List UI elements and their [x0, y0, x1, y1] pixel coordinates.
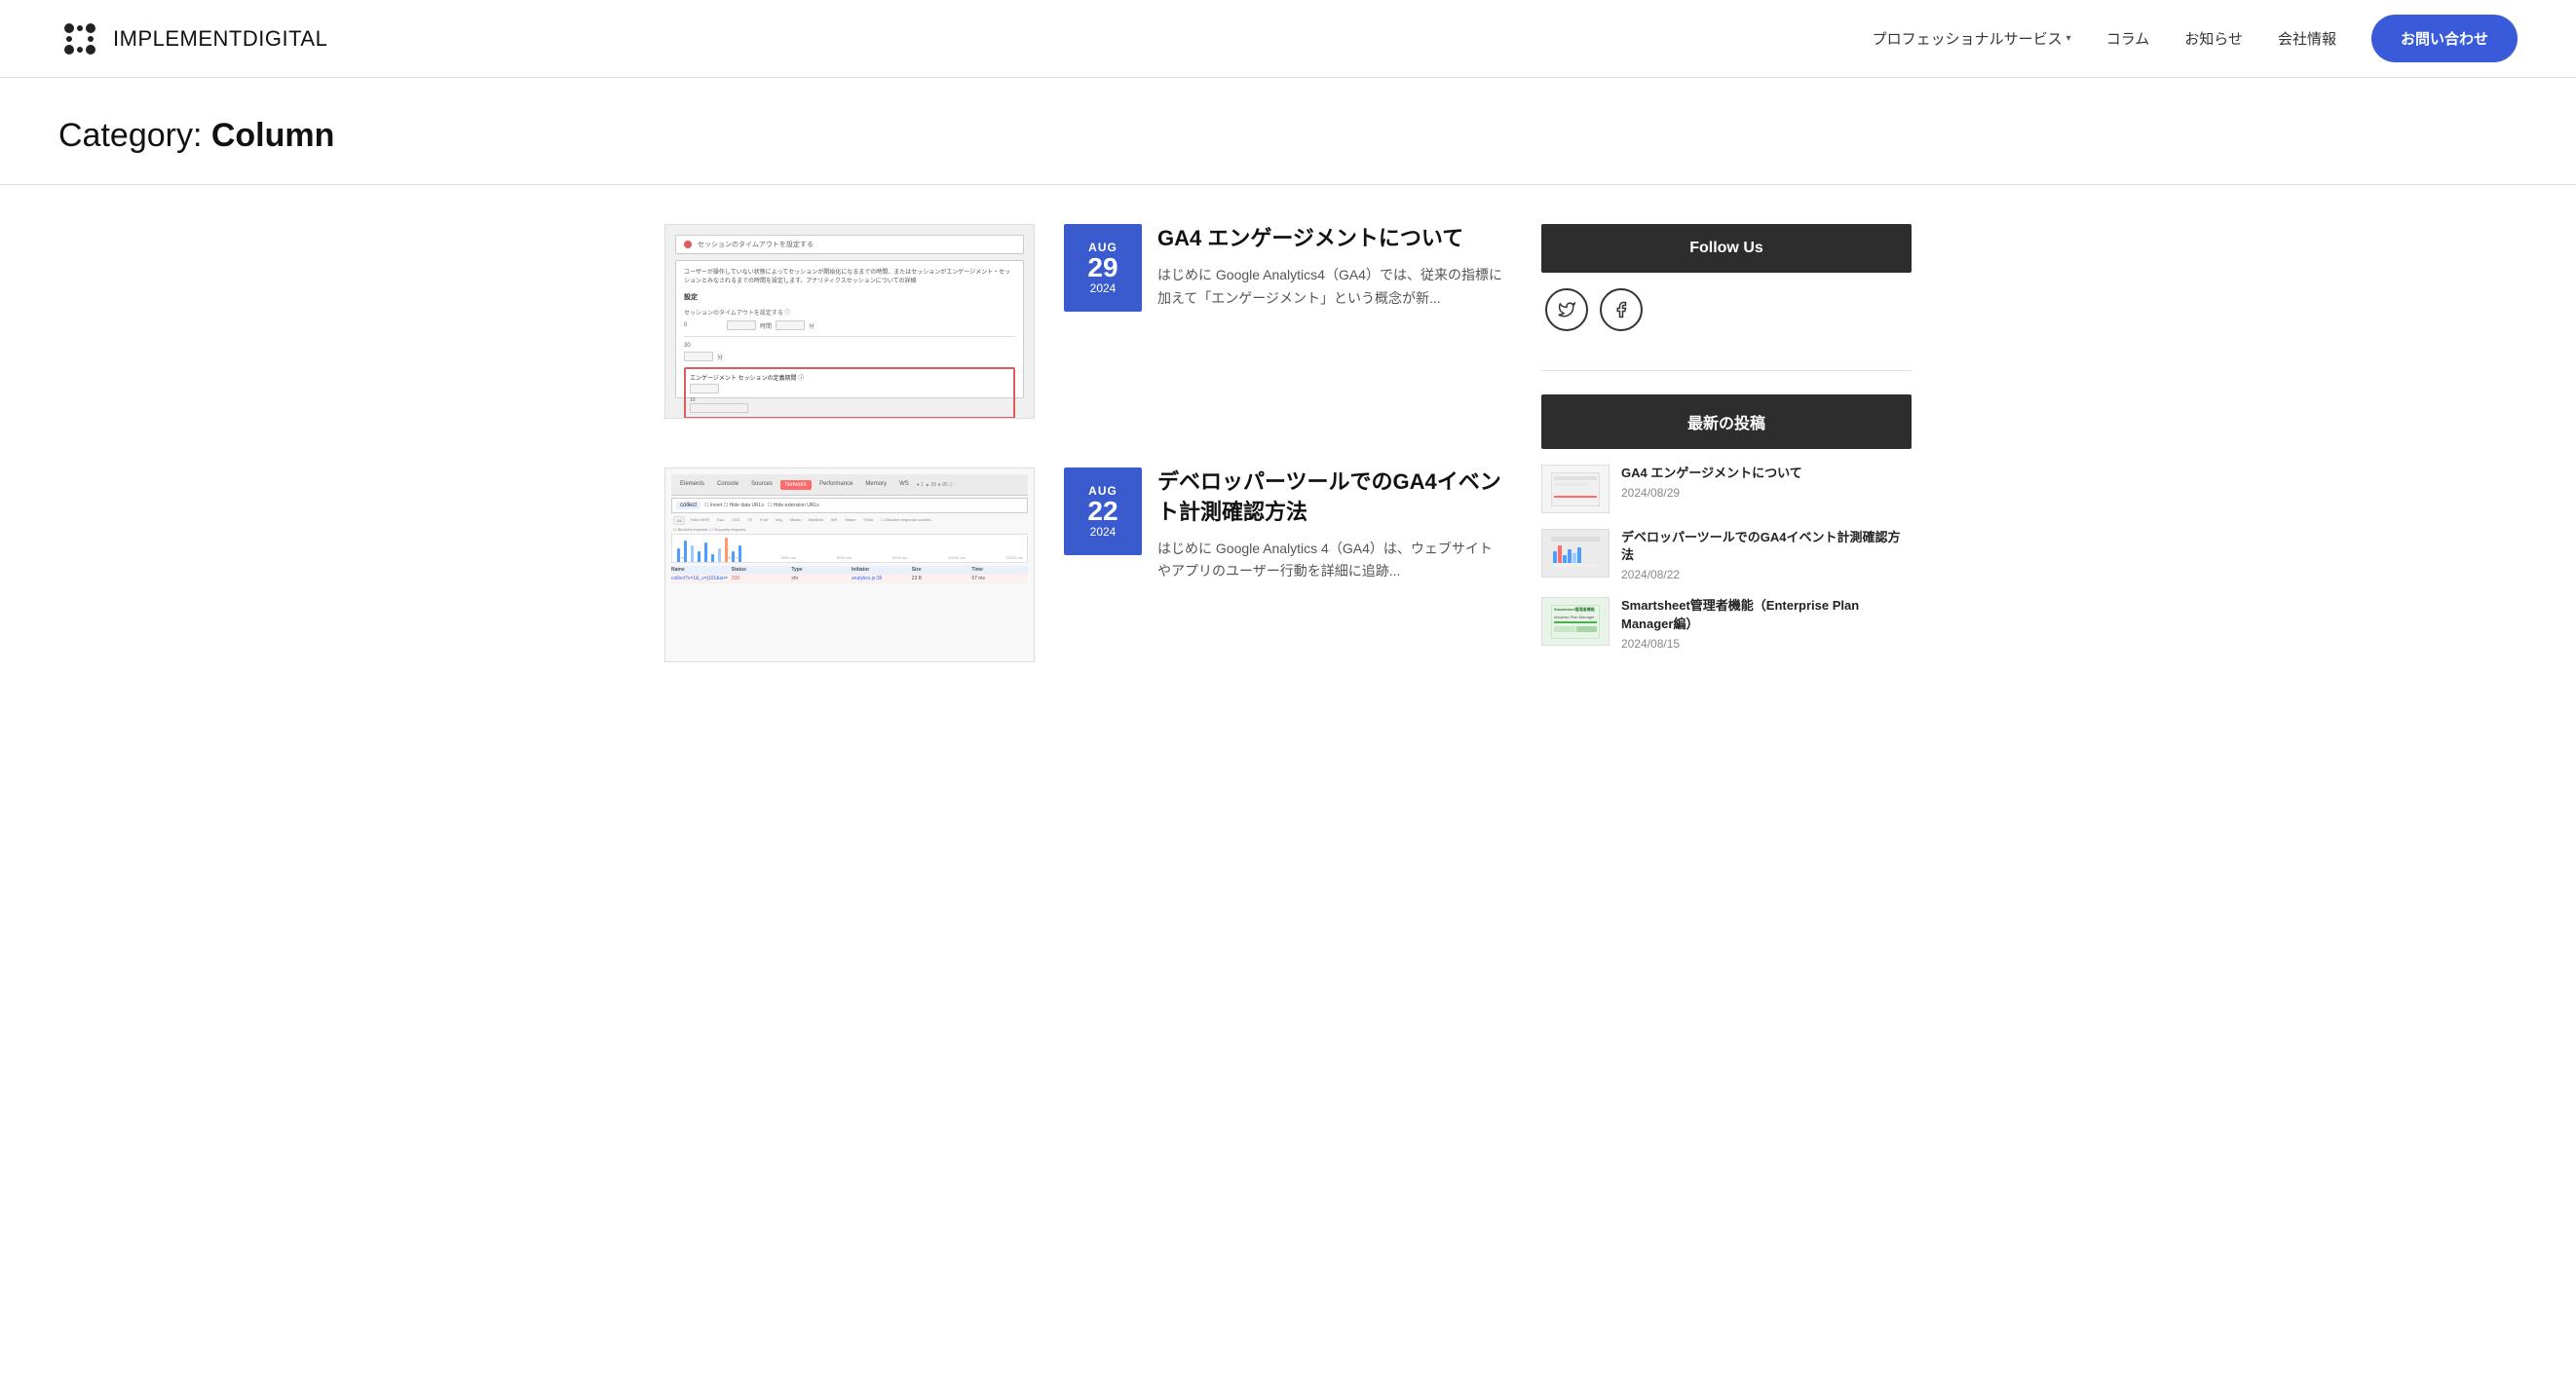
recent-post-date-1: 2024/08/29	[1621, 486, 1912, 500]
twitter-icon	[1558, 301, 1575, 318]
nav-column[interactable]: コラム	[2106, 28, 2150, 49]
recent-post-title-3[interactable]: Smartsheet管理者機能（Enterprise Plan Manager編…	[1621, 597, 1912, 632]
nav-about[interactable]: 会社情報	[2278, 28, 2336, 49]
recent-post-thumb-2	[1541, 529, 1610, 578]
recent-post-title-1[interactable]: GA4 エンゲージメントについて	[1621, 465, 1912, 482]
recent-post-content-1: GA4 エンゲージメントについて 2024/08/29	[1621, 465, 1912, 500]
article-title-1[interactable]: GA4 エンゲージメントについて	[1157, 224, 1502, 254]
article-title-2[interactable]: デベロッパーツールでのGA4イベント計測確認方法	[1157, 467, 1502, 528]
header: IMPLEMENTDIGITAL プロフェッショナルサービス ▾ コラム お知ら…	[0, 0, 2576, 78]
social-icons	[1541, 273, 1912, 347]
article-excerpt-1: はじめに Google Analytics4（GA4）では、従来の指標に加えて「…	[1157, 264, 1502, 311]
contact-button[interactable]: お問い合わせ	[2371, 15, 2518, 62]
facebook-button[interactable]	[1600, 288, 1643, 331]
recent-post-content-2: デベロッパーツールでのGA4イベント計測確認方法 2024/08/22	[1621, 529, 1912, 581]
thumb2-toolbar: Elements Console Sources Network Perform…	[671, 474, 1028, 496]
logo[interactable]: IMPLEMENTDIGITAL	[58, 18, 327, 60]
sidebar-divider	[1541, 370, 1912, 371]
logo-text: IMPLEMENTDIGITAL	[113, 26, 327, 52]
page-title: Category: Column	[58, 117, 2518, 155]
recent-posts-title: 最新の投稿	[1541, 394, 1912, 449]
main-nav: プロフェッショナルサービス ▾ コラム お知らせ 会社情報 お問い合わせ	[1873, 15, 2518, 62]
recent-posts-list: GA4 エンゲージメントについて 2024/08/29	[1541, 465, 1912, 651]
article-meta-1: AUG 29 2024 GA4 エンゲージメントについて はじめに Google…	[1064, 224, 1502, 312]
recent-post-date-3: 2024/08/15	[1621, 637, 1912, 651]
recent-post-item-3[interactable]: Smartsheet管理者機能 nterprise Plan Manager	[1541, 597, 1912, 650]
article-thumbnail-1[interactable]: セッションのタイムアウトを設定する ユーザーが操作していない状態によってセッショ…	[664, 224, 1035, 419]
recent-post-title-2[interactable]: デベロッパーツールでのGA4イベント計測確認方法	[1621, 529, 1912, 564]
article-date-badge-2: AUG 22 2024	[1064, 467, 1142, 555]
recent-post-thumb-3: Smartsheet管理者機能 nterprise Plan Manager	[1541, 597, 1610, 646]
article-meta-2: AUG 22 2024 デベロッパーツールでのGA4イベント計測確認方法 はじめ…	[1064, 467, 1502, 583]
facebook-icon	[1612, 301, 1630, 318]
article-thumbnail-2[interactable]: Elements Console Sources Network Perform…	[664, 467, 1035, 662]
recent-post-date-2: 2024/08/22	[1621, 568, 1912, 581]
recent-post-item-1[interactable]: GA4 エンゲージメントについて 2024/08/29	[1541, 465, 1912, 513]
article-info-2: デベロッパーツールでのGA4イベント計測確認方法 はじめに Google Ana…	[1157, 467, 1502, 583]
main-container: セッションのタイムアウトを設定する ユーザーが操作していない状態によってセッショ…	[606, 185, 1970, 701]
recent-posts-section: 最新の投稿 GA4 エンゲー	[1541, 394, 1912, 651]
twitter-button[interactable]	[1545, 288, 1588, 331]
articles-section: セッションのタイムアウトを設定する ユーザーが操作していない状態によってセッショ…	[664, 224, 1502, 662]
recent-post-item-2[interactable]: デベロッパーツールでのGA4イベント計測確認方法 2024/08/22	[1541, 529, 1912, 581]
article-info-1: GA4 エンゲージメントについて はじめに Google Analytics4（…	[1157, 224, 1502, 310]
sidebar: Follow Us 最新の投稿	[1541, 224, 1912, 662]
follow-us-section: Follow Us	[1541, 224, 1912, 347]
recent-post-content-3: Smartsheet管理者機能（Enterprise Plan Manager編…	[1621, 597, 1912, 650]
thumb1-content: ユーザーが操作していない状態によってセッションが開始化になるまでの時間、またはセ…	[675, 260, 1024, 398]
follow-us-title: Follow Us	[1541, 224, 1912, 273]
article-date-badge-1: AUG 29 2024	[1064, 224, 1142, 312]
nav-news[interactable]: お知らせ	[2184, 28, 2243, 49]
nav-services[interactable]: プロフェッショナルサービス ▾	[1873, 28, 2071, 49]
thumb1-titlebar: セッションのタイムアウトを設定する	[675, 235, 1024, 254]
recent-post-thumb-1	[1541, 465, 1610, 513]
chevron-down-icon: ▾	[2066, 33, 2071, 44]
category-header: Category: Column	[0, 78, 2576, 185]
article-card: セッションのタイムアウトを設定する ユーザーが操作していない状態によってセッショ…	[664, 224, 1502, 419]
logo-icon	[58, 18, 101, 60]
article-card-2: Elements Console Sources Network Perform…	[664, 467, 1502, 662]
article-excerpt-2: はじめに Google Analytics 4（GA4）は、ウェブサイトやアプリ…	[1157, 538, 1502, 584]
